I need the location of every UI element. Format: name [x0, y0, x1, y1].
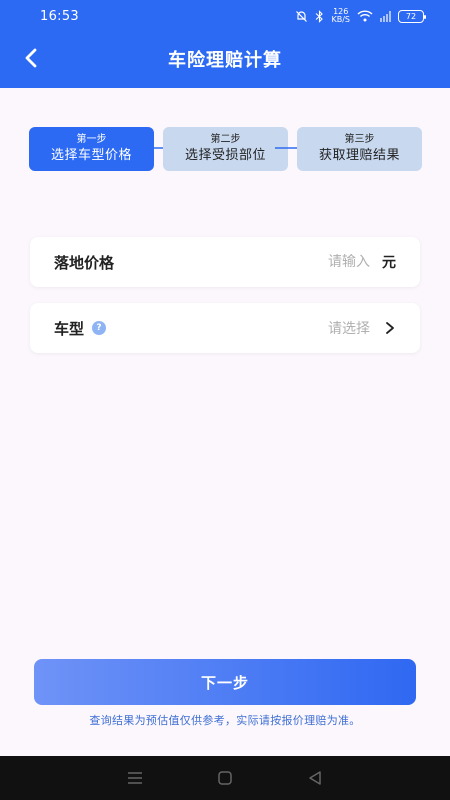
disclaimer-text: 查询结果为预估值仅供参考，实际请按报价理赔为准。 [89, 714, 361, 727]
menu-icon[interactable] [126, 769, 144, 787]
step-indicator: 第一步 选择车型价格 第二步 选择受损部位 第三步 获取理赔结果 [29, 127, 423, 171]
step-label: 选择受损部位 [184, 148, 266, 163]
status-icons: 126 KB/S 72 [295, 7, 426, 24]
step-label: 获取理赔结果 [318, 148, 400, 163]
question-icon[interactable]: ? [92, 321, 107, 335]
mute-bell-icon [296, 10, 308, 22]
price-row: 落地价格 元 [30, 237, 420, 287]
step-label: 选择车型价格 [50, 148, 132, 163]
battery-icon: 72 [398, 9, 426, 23]
step-3: 第三步 获取理赔结果 [297, 127, 422, 171]
signal-icon [380, 10, 391, 22]
chevron-right-icon [386, 322, 394, 334]
price-input-group: 元 [240, 252, 396, 272]
price-unit: 元 [382, 255, 396, 271]
car-model-row[interactable]: 车型 ? 请选择 [30, 303, 420, 353]
status-time: 16:53 [40, 8, 79, 24]
car-model-select[interactable]: 请选择 [328, 318, 396, 338]
home-icon[interactable] [216, 769, 234, 787]
page-title: 车险理赔计算 [168, 50, 282, 71]
system-nav-bar [0, 756, 450, 800]
step-2: 第二步 选择受损部位 [163, 127, 288, 171]
wifi-icon [357, 10, 373, 22]
step-number: 第一步 [76, 134, 107, 145]
step-1: 第一步 选择车型价格 [29, 127, 154, 171]
back-triangle-icon[interactable] [306, 769, 324, 787]
app-header: 16:53 126 KB/S 72 车险理赔计算 [0, 0, 450, 88]
step-number: 第二步 [210, 134, 241, 145]
nav-bar: 车险理赔计算 [0, 34, 450, 84]
step-number: 第三步 [344, 134, 375, 145]
price-input[interactable] [240, 254, 370, 270]
car-model-placeholder: 请选择 [328, 321, 370, 337]
chevron-left-icon[interactable] [20, 46, 44, 70]
car-model-label: 车型 [54, 319, 85, 338]
price-label: 落地价格 [54, 253, 115, 272]
status-bar: 16:53 126 KB/S 72 [0, 0, 450, 32]
bluetooth-icon [316, 9, 324, 23]
next-step-button[interactable]: 下一步 [34, 659, 416, 705]
network-speed: 126 KB/S [331, 7, 350, 24]
